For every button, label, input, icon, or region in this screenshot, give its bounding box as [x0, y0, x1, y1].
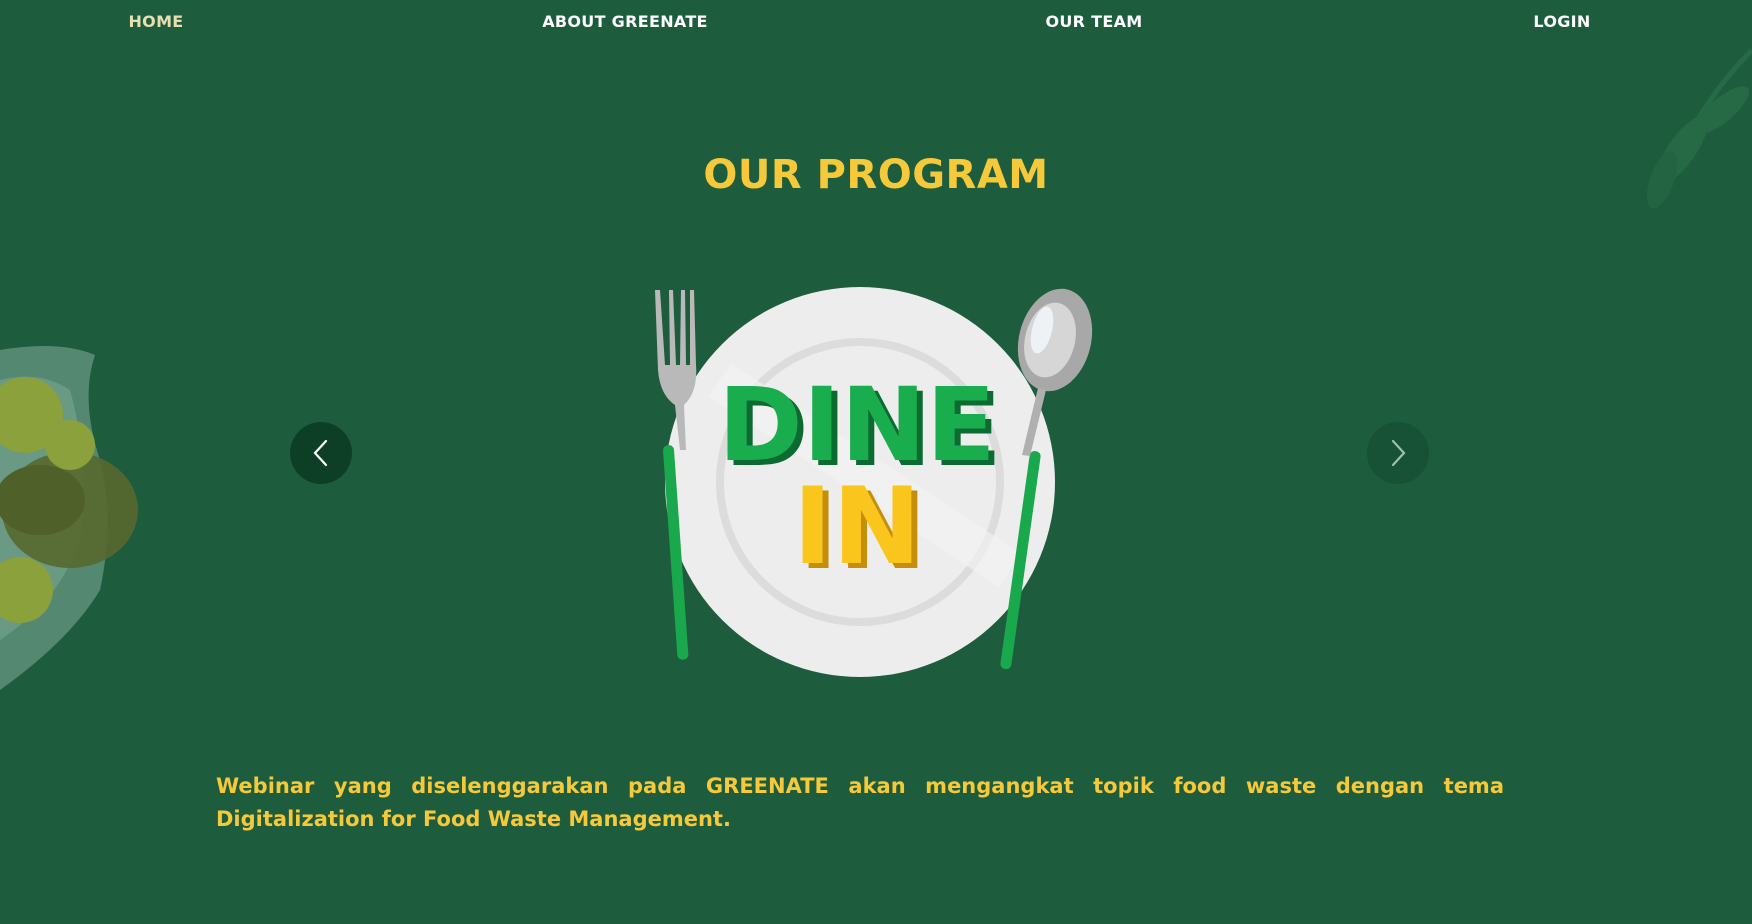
nav-team-link[interactable]: OUR TEAM — [1045, 12, 1142, 31]
nav-home-link[interactable]: HOME — [128, 12, 183, 31]
dine-in-image: DINE DINE IN IN — [655, 287, 1093, 677]
chevron-left-icon — [313, 439, 328, 467]
salad-decoration — [0, 346, 138, 690]
section-title: OUR PROGRAM — [703, 152, 1049, 198]
carousel-slide: DINE DINE IN IN — [610, 280, 1110, 680]
nav-about-link[interactable]: ABOUT GREENATE — [542, 12, 708, 31]
carousel-next-button[interactable] — [1367, 422, 1429, 484]
nav-login-link[interactable]: LOGIN — [1533, 12, 1590, 31]
top-nav: HOME ABOUT GREENATE OUR TEAM LOGIN — [0, 0, 1752, 44]
in-text: IN — [793, 465, 921, 588]
program-description: Webinar yang diselenggarakan pada GREENA… — [216, 774, 1504, 831]
chevron-right-icon — [1391, 439, 1406, 467]
carousel-prev-button[interactable] — [290, 422, 352, 484]
